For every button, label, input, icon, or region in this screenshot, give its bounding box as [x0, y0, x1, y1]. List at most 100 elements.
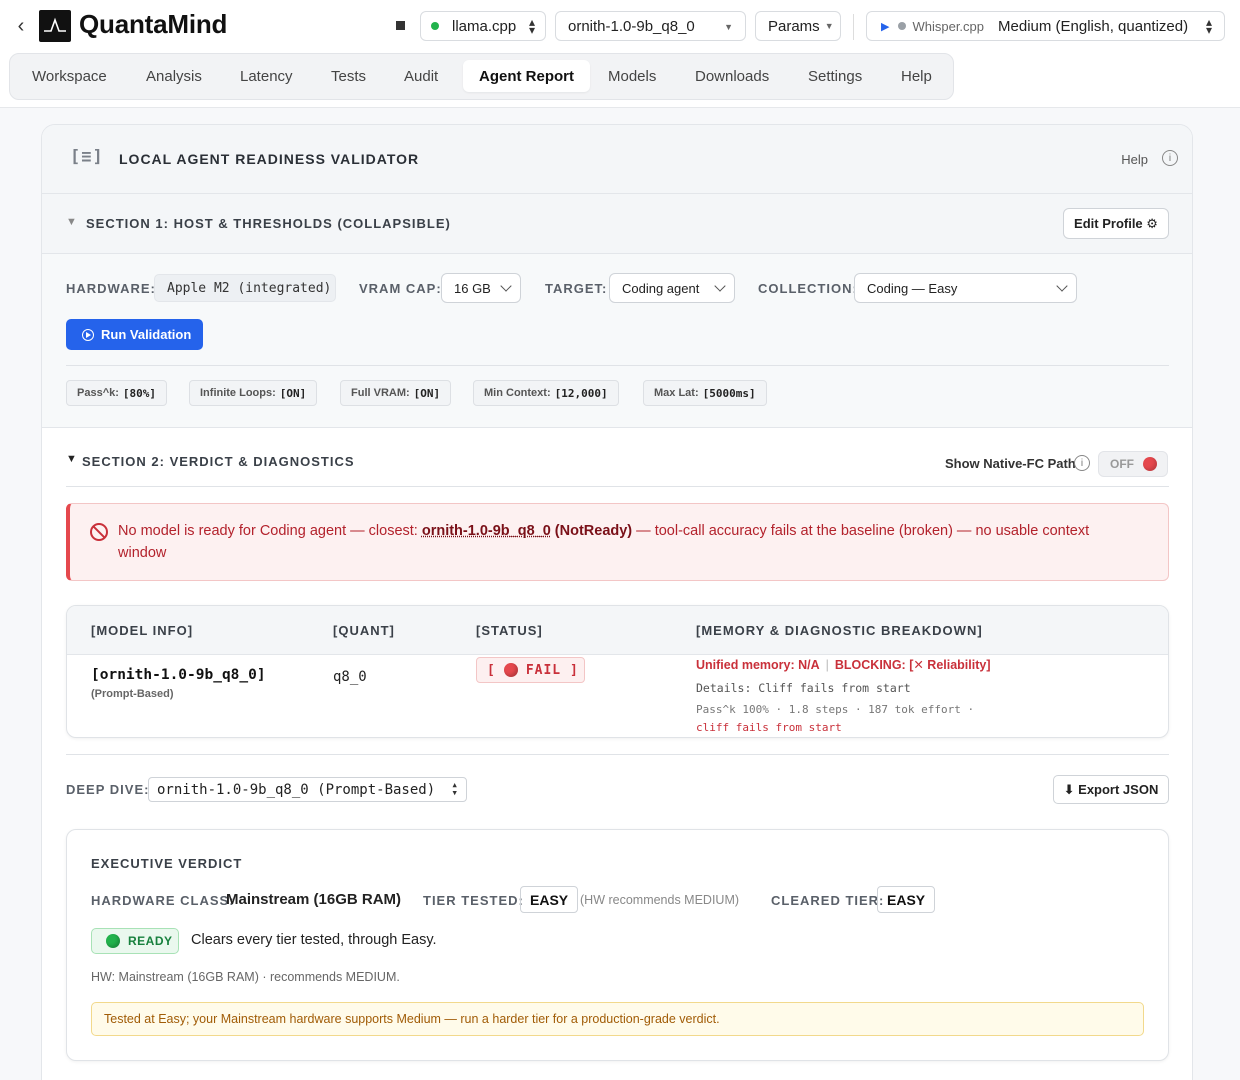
status-badge: [ FAIL ]: [476, 657, 585, 683]
list-icon: [≡]: [70, 147, 104, 167]
divider: [66, 365, 1169, 366]
collection-label: COLLECTION:: [758, 281, 858, 296]
back-icon[interactable]: ‹: [12, 14, 30, 38]
collection-select[interactable]: Coding — Easy: [854, 273, 1077, 303]
separator: |: [825, 658, 829, 672]
target-label: TARGET:: [545, 281, 608, 296]
engine-select[interactable]: llama.cpp ▴ ▾: [420, 11, 546, 41]
executive-title: EXECUTIVE VERDICT: [91, 856, 243, 871]
tab-downloads[interactable]: Downloads: [685, 60, 779, 92]
diagnostic-cliff: cliff fails from start: [696, 721, 842, 734]
table-header: [MODEL INFO] [QUANT] [STATUS] [MEMORY & …: [67, 606, 1168, 655]
threshold-value: [12,000]: [554, 386, 608, 400]
tab-audit[interactable]: Audit: [394, 60, 448, 92]
divider: [66, 486, 1169, 487]
section-1-header[interactable]: ▼ SECTION 1: HOST & THRESHOLDS (COLLAPSI…: [42, 194, 1192, 254]
target-select[interactable]: Coding agent: [609, 273, 735, 303]
threshold-value: [ON]: [413, 386, 441, 400]
tab-latency[interactable]: Latency: [230, 60, 303, 92]
tab-help[interactable]: Help: [891, 60, 942, 92]
tier-warning: Tested at Easy; your Mainstream hardware…: [91, 1002, 1144, 1036]
hardware-value: Apple M2 (integrated): [154, 274, 336, 302]
red-dot-icon: [1143, 457, 1157, 471]
model-select[interactable]: ornith-1.0-9b_q8_0 ▼: [555, 11, 746, 41]
info-icon[interactable]: i: [1162, 150, 1178, 166]
vram-label: VRAM CAP:: [359, 281, 442, 296]
column-header: [MODEL INFO]: [91, 623, 194, 638]
hw-note: HW: Mainstream (16GB RAM) · recommends M…: [91, 970, 400, 984]
threshold-label: Infinite Loops:: [200, 387, 276, 399]
verdict-alert: No model is ready for Coding agent — clo…: [66, 503, 1169, 581]
column-header: [QUANT]: [333, 623, 395, 638]
whisper-select[interactable]: ▶ Whisper.cpp Medium (English, quantized…: [866, 11, 1225, 41]
column-header: [STATUS]: [476, 623, 543, 638]
collapse-icon[interactable]: ▼: [66, 453, 77, 465]
deep-dive-select[interactable]: ornith-1.0-9b_q8_0 (Prompt-Based) ▴ ▾: [148, 777, 467, 802]
chevron-down-icon: [500, 280, 512, 292]
threshold-max-latency: Max Lat: [5000ms]: [643, 380, 767, 406]
edit-profile-button[interactable]: Edit Profile ⚙: [1063, 208, 1169, 239]
tier-tested-value: EASY: [520, 886, 579, 913]
diagnostic-details: Details: Cliff fails from start: [696, 681, 911, 695]
tab-workspace[interactable]: Workspace: [22, 60, 117, 92]
tab-tests[interactable]: Tests: [321, 60, 376, 92]
help-link[interactable]: Help: [1121, 152, 1148, 167]
model-table: [MODEL INFO] [QUANT] [STATUS] [MEMORY & …: [66, 605, 1169, 738]
hw-recommends: (HW recommends MEDIUM): [580, 893, 740, 907]
prohibited-icon: [90, 523, 108, 541]
updown-icon: ▴ ▾: [451, 778, 458, 799]
updown-icon: ▴ ▾: [1205, 15, 1212, 37]
play-icon[interactable]: ▶: [881, 20, 889, 33]
divider: [853, 14, 854, 40]
run-validation-button[interactable]: Run Validation: [66, 319, 203, 350]
whisper-model-label: Medium (English, quantized): [998, 17, 1189, 35]
run-validation-label: Run Validation: [101, 327, 192, 342]
tab-analysis[interactable]: Analysis: [136, 60, 212, 92]
ready-badge: READY: [91, 928, 179, 954]
column-header: [MEMORY & DIAGNOSTIC BREAKDOWN]: [696, 623, 983, 638]
logo-icon: [39, 10, 71, 42]
status-bracket: [: [487, 662, 496, 678]
memory-value: Unified memory: N/A: [696, 658, 820, 672]
closest-model-link[interactable]: ornith-1.0-9b_q8_0: [422, 523, 551, 539]
export-json-button[interactable]: ⬇ Export JSON: [1053, 775, 1169, 804]
memory-summary: Unified memory: N/A | BLOCKING: [✕ Reliabi…: [696, 657, 991, 672]
vram-select[interactable]: 16 GB: [441, 273, 521, 303]
whisper-label: Whisper.cpp: [912, 18, 985, 34]
updown-icon: ▴ ▾: [528, 15, 535, 37]
status-dot-icon: [898, 22, 907, 30]
native-fc-label: Show Native-FC Path: [945, 456, 1076, 471]
threshold-pass-k: Pass^k: [80%]: [66, 380, 168, 406]
threshold-label: Pass^k:: [77, 387, 119, 399]
threshold-label: Min Context:: [484, 387, 551, 399]
native-fc-toggle[interactable]: OFF: [1098, 451, 1168, 477]
model-name: [ornith-1.0-9b_q8_0]: [91, 667, 266, 683]
section-1-body: HARDWARE: Apple M2 (integrated) VRAM CAP…: [42, 254, 1192, 428]
section-2-title: SECTION 2: VERDICT & DIAGNOSTICS: [82, 454, 355, 469]
section-2-header[interactable]: ▼ SECTION 2: VERDICT & DIAGNOSTICS Show …: [42, 428, 1192, 488]
info-icon[interactable]: i: [1074, 455, 1090, 471]
threshold-value: [5000ms]: [702, 386, 756, 400]
divider: [66, 754, 1169, 755]
deep-dive-value: ornith-1.0-9b_q8_0 (Prompt-Based): [157, 781, 436, 798]
stop-icon[interactable]: [396, 21, 405, 30]
model-quant: q8_0: [333, 669, 367, 685]
diagnostic-stats: Pass^k 100% · 1.8 steps · 187 tok effort…: [696, 703, 975, 716]
toggle-label: OFF: [1110, 457, 1134, 471]
caret-down-icon: ▼: [724, 22, 733, 32]
tab-bar: Workspace Analysis Latency Tests Audit A…: [9, 53, 954, 100]
ready-label: READY: [128, 934, 173, 948]
tab-agent-report[interactable]: Agent Report: [463, 60, 590, 92]
card-header: [≡] LOCAL AGENT READINESS VALIDATOR Help…: [42, 125, 1192, 194]
ready-summary: Clears every tier tested, through Easy.: [191, 932, 437, 948]
brand-name: QuantaMind: [79, 9, 228, 39]
threshold-min-context: Min Context: [12,000]: [473, 380, 619, 406]
collapse-icon[interactable]: ▼: [66, 216, 77, 228]
model-label: ornith-1.0-9b_q8_0: [568, 17, 695, 35]
tab-models[interactable]: Models: [598, 60, 666, 92]
tab-settings[interactable]: Settings: [798, 60, 872, 92]
params-button[interactable]: Params ▼: [755, 11, 841, 41]
threshold-infinite-loops: Infinite Loops: [ON]: [189, 380, 318, 406]
hw-class-value: Mainstream (16GB RAM): [226, 891, 402, 908]
top-bar: ‹ QuantaMind llama.cpp ▴ ▾ ornith-1.0-9b_…: [0, 0, 1240, 108]
